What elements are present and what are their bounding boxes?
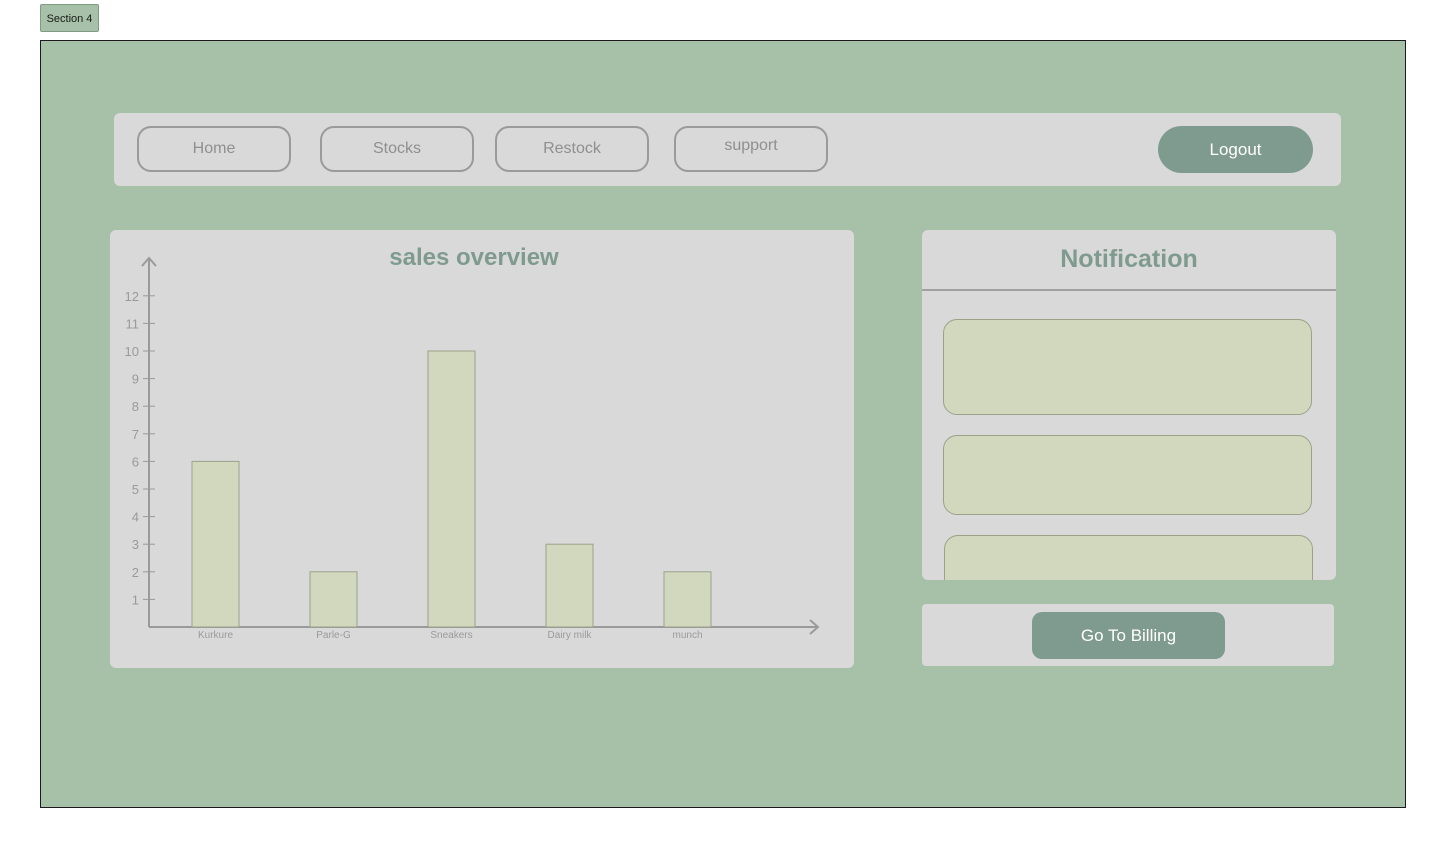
bar-sneakers [427,350,476,628]
nav-restock-button[interactable]: Restock [495,126,649,172]
nav-home-button[interactable]: Home [137,126,291,172]
y-tick-label: 10 [125,344,139,359]
y-tick-label: 5 [132,482,139,497]
notification-panel: Notification [922,230,1336,580]
y-tick-label: 6 [132,454,139,469]
bar-dairy-milk [545,543,594,628]
nav-support-button[interactable]: support [674,126,828,172]
bar-parle-g [309,571,358,628]
notification-card[interactable] [944,535,1313,580]
y-tick-label: 9 [132,372,139,387]
x-tick-label: Sneakers [430,630,472,641]
bar-munch [663,571,712,628]
y-tick-label: 8 [132,399,139,414]
x-tick-label: munch [672,630,702,641]
x-tick-label: Kurkure [198,630,233,641]
sales-bar-chart: sales overview123456789101112Kurkure Parl… [125,244,820,641]
go-to-billing-button[interactable]: Go To Billing [1032,612,1225,659]
bar-kurkure [191,460,240,628]
chart-title: sales overview [389,244,559,271]
y-tick-label: 11 [126,316,140,331]
top-navbar: Home Stocks Restock support Logout [114,113,1341,186]
logout-button[interactable]: Logout [1158,126,1313,173]
y-tick-label: 1 [132,592,139,607]
y-tick-label: 4 [132,510,139,525]
app-frame: Home Stocks Restock support Logout sales… [40,40,1406,808]
billing-panel: Go To Billing [922,604,1334,666]
y-tick-label: 3 [132,537,139,552]
y-tick-label: 7 [132,427,139,442]
section-label: Section 4 [40,4,99,32]
sales-overview-chart-panel: sales overview 1 2 3 4 5 6 7 8 9 10 11 12 Kurkure Parl… [110,230,854,668]
x-tick-label: Parle-G [316,630,351,641]
notification-title: Notification [922,230,1336,291]
y-tick-label: 2 [132,565,139,580]
nav-stocks-button[interactable]: Stocks [320,126,474,172]
notification-card[interactable] [943,435,1312,515]
notification-card[interactable] [943,319,1312,415]
x-tick-label: Dairy milk [548,630,593,641]
y-tick-label: 12 [125,289,139,304]
